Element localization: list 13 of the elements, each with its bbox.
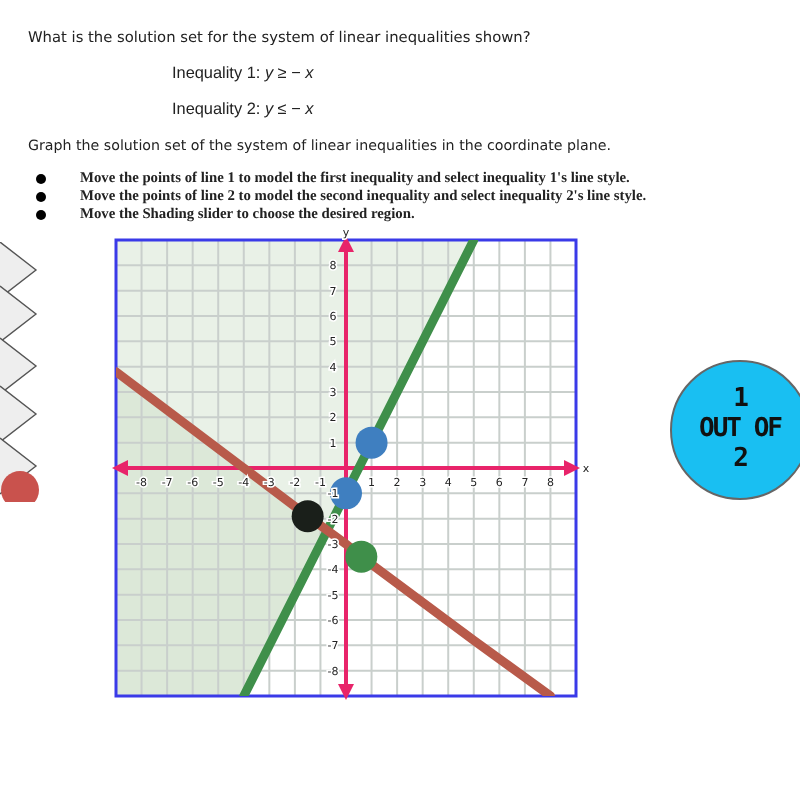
point-handle[interactable] bbox=[345, 541, 378, 574]
inequality-text: Inequality 1: y ≥ − x bbox=[172, 64, 316, 82]
bullet-icon bbox=[36, 209, 46, 220]
point-handle[interactable] bbox=[330, 477, 362, 510]
point-handle[interactable] bbox=[291, 500, 324, 533]
progress-text: 1 bbox=[733, 385, 747, 416]
bullet-icon bbox=[36, 191, 46, 202]
bullet-icon bbox=[36, 174, 46, 184]
progress-text: OUT OF bbox=[699, 415, 781, 446]
point-handle[interactable] bbox=[355, 427, 388, 460]
progress-text: 2 bbox=[733, 445, 747, 476]
inequality-text: Inequality 2: y ≤ − x bbox=[172, 100, 316, 118]
record-icon[interactable] bbox=[1, 471, 39, 503]
